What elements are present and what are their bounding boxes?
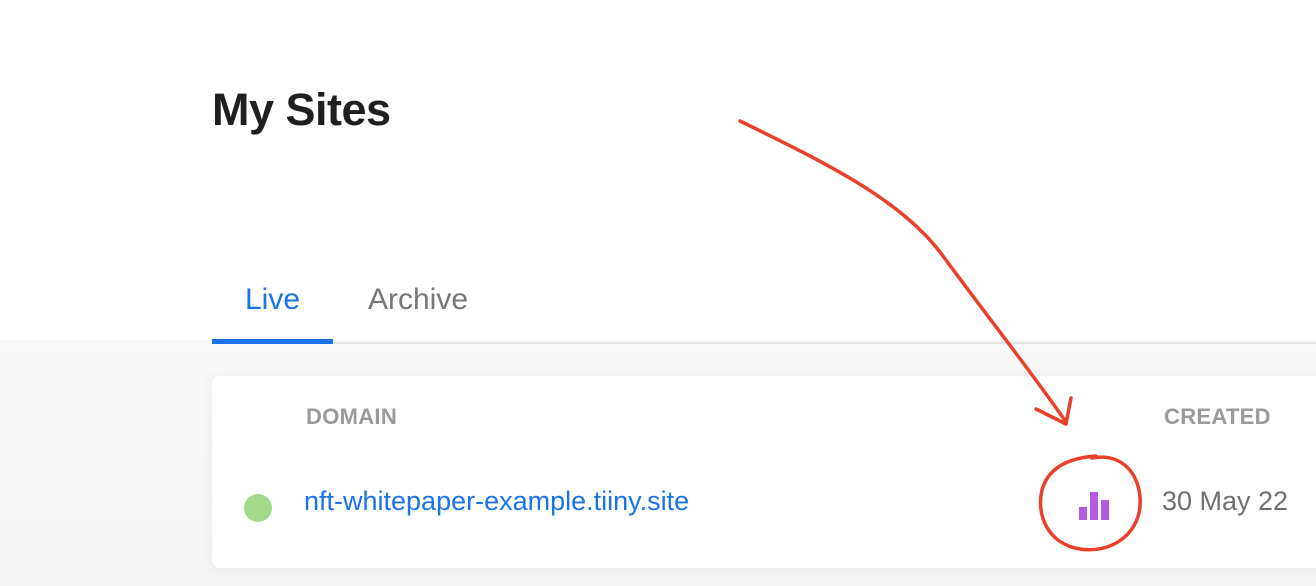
column-header-domain[interactable]: DOMAIN — [306, 404, 397, 430]
status-indicator — [244, 494, 272, 522]
bar-chart-icon[interactable] — [1074, 486, 1114, 526]
created-date: 30 May 22 — [1162, 486, 1289, 516]
tab-bar: Live Archive — [212, 272, 1316, 344]
table-row: nft-whitepaper-example.tiiny.site 30 May… — [212, 456, 1316, 556]
sites-table: DOMAIN CREATED nft-whitepaper-example.ti… — [212, 376, 1316, 568]
tab-live[interactable]: Live — [212, 272, 333, 344]
tab-archive[interactable]: Archive — [368, 272, 468, 342]
page-title: My Sites — [212, 84, 391, 135]
site-domain-link[interactable]: nft-whitepaper-example.tiiny.site — [304, 486, 689, 517]
page: My Sites Live Archive DOMAIN CREATED nft… — [0, 0, 1316, 586]
column-header-created[interactable]: CREATED — [1164, 404, 1271, 430]
